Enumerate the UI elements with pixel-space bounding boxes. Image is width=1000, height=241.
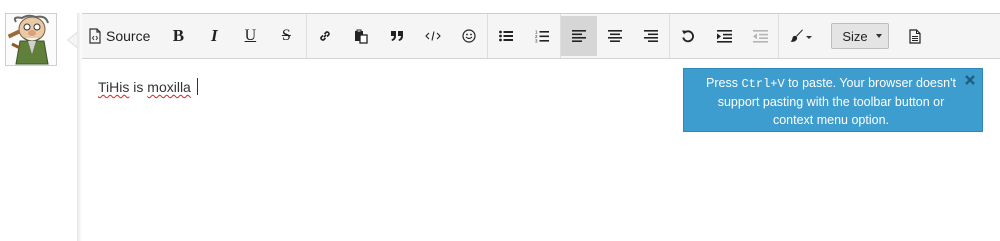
align-center-button[interactable] [597, 16, 633, 56]
toolbar-group-text-style: B I U S [160, 14, 304, 58]
quote-icon [390, 30, 404, 42]
chevron-down-icon [806, 35, 813, 39]
bold-button[interactable]: B [160, 16, 196, 56]
align-center-icon [608, 30, 623, 42]
emoji-button[interactable] [451, 16, 487, 56]
undo-icon [681, 29, 695, 43]
content-word: TiHis [98, 79, 130, 95]
content-word: moxilla [147, 79, 191, 95]
code-icon [425, 30, 442, 42]
indent-button[interactable] [706, 16, 742, 56]
undo-button[interactable] [670, 16, 706, 56]
toolbar-group-history [670, 14, 778, 58]
code-button[interactable] [415, 16, 451, 56]
smiley-icon [462, 29, 476, 43]
align-right-icon [644, 30, 659, 42]
notification-text-pre: Press [706, 76, 742, 90]
italic-button[interactable]: I [196, 16, 232, 56]
source-button[interactable]: Source [82, 16, 158, 56]
close-icon[interactable] [964, 73, 976, 85]
document-icon [909, 28, 921, 44]
numbered-list-icon: 123 [535, 29, 550, 44]
content-word: is [133, 79, 144, 95]
text-cursor [196, 78, 198, 95]
paste-button[interactable] [343, 16, 379, 56]
toolbar-group-align [561, 14, 669, 58]
source-icon [88, 28, 102, 44]
outdent-icon [752, 29, 768, 43]
align-left-icon [572, 30, 587, 42]
editor-content[interactable]: TiHis is moxilla [98, 78, 198, 95]
brush-icon [790, 29, 804, 43]
paste-icon [354, 29, 369, 44]
text-color-button[interactable] [779, 16, 823, 56]
align-left-button[interactable] [561, 16, 598, 56]
underline-button[interactable]: U [232, 16, 268, 56]
comment-pointer [67, 32, 77, 48]
font-size-label: Size [842, 28, 868, 44]
source-label: Source [106, 28, 151, 44]
numbered-list-button[interactable]: 123 [524, 16, 560, 56]
bullet-list-button[interactable] [488, 16, 524, 56]
chevron-down-icon [876, 34, 883, 38]
paste-notification: Press Ctrl+V to paste. Your browser does… [683, 68, 983, 132]
document-button[interactable] [897, 16, 933, 56]
link-button[interactable] [307, 16, 343, 56]
outdent-button[interactable] [742, 16, 778, 56]
toolbar-group-format: Size [779, 14, 933, 58]
blockquote-button[interactable] [379, 16, 415, 56]
align-right-button[interactable] [633, 16, 669, 56]
editor-toolbar: Source B I U S 1 2 3 Size [82, 14, 1000, 59]
toolbar-group-source: Source [82, 14, 158, 58]
notification-shortcut: Ctrl+V [741, 77, 785, 91]
strikethrough-button[interactable]: S [268, 16, 304, 56]
avatar [5, 13, 57, 66]
bullet-list-icon [499, 30, 514, 42]
svg-text:3: 3 [535, 39, 538, 44]
toolbar-group-insert [307, 14, 487, 58]
link-icon [318, 29, 332, 43]
toolbar-group-lists: 123 [488, 14, 560, 58]
font-size-select[interactable]: Size [831, 23, 890, 49]
indent-icon [716, 29, 732, 43]
